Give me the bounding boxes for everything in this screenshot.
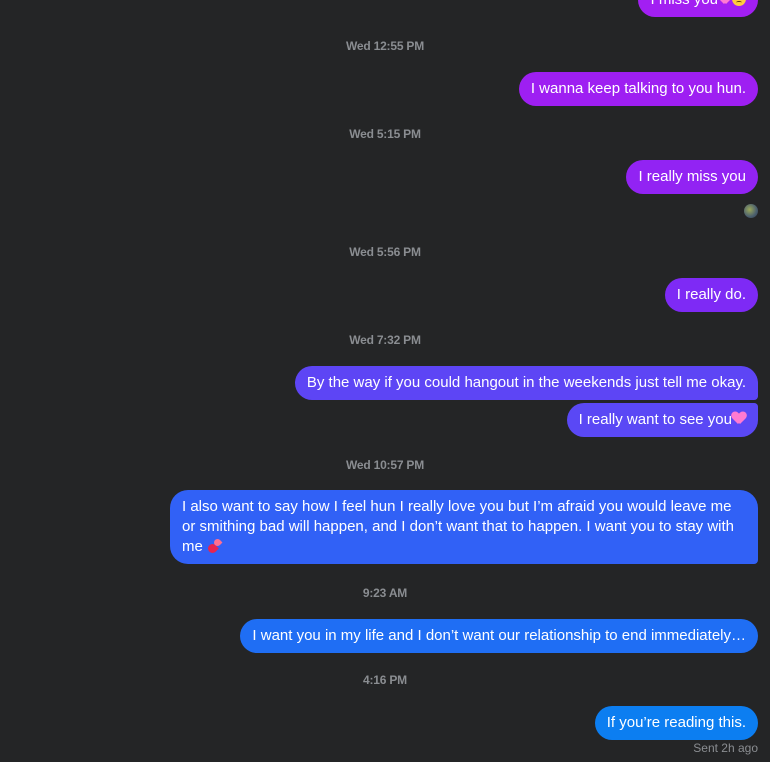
message-bubble[interactable]: I also want to say how I feel hun I real… (170, 490, 758, 564)
timestamp: Wed 12:55 PM (345, 39, 425, 53)
timestamp: Wed 7:32 PM (349, 333, 421, 347)
message-text: I really do. (676, 286, 746, 303)
message-text: I want you in my life and I don’t want o… (252, 627, 746, 644)
timestamp: Wed 5:56 PM (349, 245, 421, 259)
message-bubble[interactable]: I miss you (638, 0, 758, 17)
timestamp: 9:23 AM (362, 586, 408, 600)
message-bubble[interactable]: I wanna keep talking to you hun. (518, 72, 758, 106)
pink-heart-emoji (718, 0, 732, 5)
message-bubble[interactable]: I want you in my life and I don’t want o… (240, 619, 758, 653)
message-text: If you’re reading this. (606, 714, 746, 731)
pink-heart-emoji (732, 412, 746, 425)
message-bubble[interactable]: I really miss you (626, 160, 758, 194)
sent-status: Sent 2h ago (693, 741, 758, 755)
message-text: By the way if you could hangout in the w… (306, 374, 746, 391)
message-text: I really want to see you (578, 411, 732, 428)
message-bubble[interactable]: I really want to see you (566, 403, 758, 437)
seen-avatar-icon (744, 204, 758, 218)
two-hearts-emoji (206, 537, 223, 555)
message-text: I miss you (650, 0, 718, 8)
message-bubble[interactable]: By the way if you could hangout in the w… (294, 366, 758, 400)
message-bubble[interactable]: I really do. (664, 278, 758, 312)
message-bubble[interactable]: If you’re reading this. (594, 706, 758, 740)
message-text: I wanna keep talking to you hun. (530, 80, 746, 97)
message-text: I also want to say how I feel hun I real… (182, 498, 735, 555)
message-thread: I miss you Wed 12:55 PM I wanna keep tal… (0, 0, 770, 762)
timestamp: Wed 10:57 PM (345, 458, 425, 472)
sad-face-emoji (732, 0, 746, 6)
timestamp: 4:16 PM (363, 673, 407, 687)
timestamp: Wed 5:15 PM (349, 127, 421, 141)
message-text: I really miss you (638, 168, 746, 185)
